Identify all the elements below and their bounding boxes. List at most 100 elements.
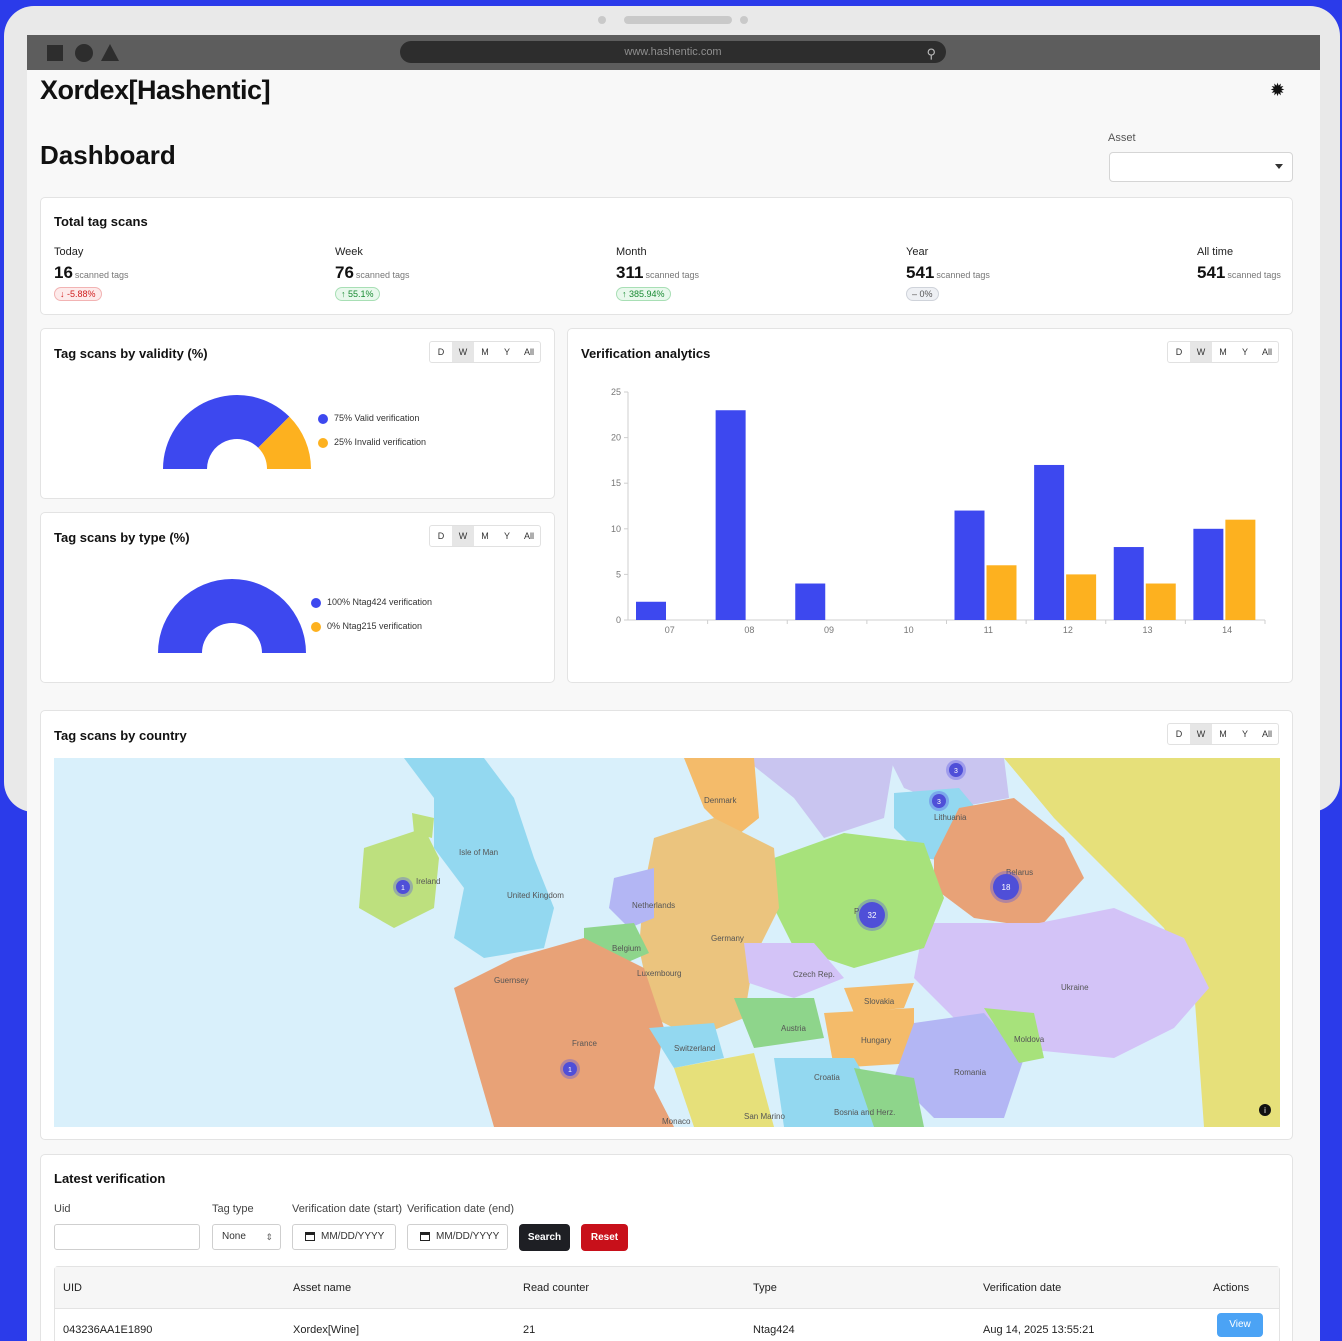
stat-unit: scanned tags xyxy=(355,270,410,280)
x-tick-label: 13 xyxy=(1143,625,1153,635)
map-country-label: Hungary xyxy=(861,1036,891,1045)
validity-gauge xyxy=(163,395,311,469)
search-button[interactable]: Search xyxy=(519,1224,570,1251)
range-day[interactable]: D xyxy=(1168,724,1190,744)
col-type[interactable]: Type xyxy=(753,1267,777,1309)
legend-ntag215: 0% Ntag215 verification xyxy=(311,621,422,632)
address-bar[interactable]: www.hashentic.com ⚲ xyxy=(400,41,946,63)
row-read-counter: 21 xyxy=(523,1324,536,1336)
latest-verification-card: Latest verification Uid Tag type None ⇕ … xyxy=(40,1154,1293,1341)
y-tick-label: 20 xyxy=(611,433,621,443)
map-country-label: Denmark xyxy=(704,796,737,805)
reset-button[interactable]: Reset xyxy=(581,1224,628,1251)
chevron-down-icon xyxy=(1275,164,1283,169)
col-verification-date[interactable]: Verification date xyxy=(983,1267,1061,1309)
cluster-count: 3 xyxy=(937,799,941,806)
asset-select[interactable] xyxy=(1109,152,1293,182)
x-tick-label: 14 xyxy=(1222,625,1232,635)
bar-series-1[interactable] xyxy=(954,510,985,620)
search-icon[interactable]: ⚲ xyxy=(926,43,936,65)
uid-input[interactable] xyxy=(54,1224,200,1250)
map-country-label: Slovakia xyxy=(864,997,895,1006)
speaker-bar xyxy=(624,16,732,24)
map-country-label: Ukraine xyxy=(1061,983,1089,992)
y-tick-label: 5 xyxy=(616,569,621,579)
stat-unit: scanned tags xyxy=(645,270,699,280)
start-date-label: Verification date (start) xyxy=(292,1203,403,1215)
bar-series-1[interactable] xyxy=(1193,528,1224,620)
x-tick-label: 12 xyxy=(1063,625,1073,635)
map-country-label: United Kingdom xyxy=(507,891,564,900)
bar-series-1[interactable] xyxy=(795,583,826,620)
url-text: www.hashentic.com xyxy=(624,46,722,58)
bar-series-1[interactable] xyxy=(1113,547,1144,620)
brand-logo[interactable]: Xordex[Hashentic] xyxy=(40,75,271,106)
stat-label: Today xyxy=(54,246,84,258)
map-country-label: Isle of Man xyxy=(459,848,498,857)
map-country-label: Bosnia and Herz. xyxy=(834,1108,895,1117)
col-read-counter[interactable]: Read counter xyxy=(523,1267,589,1309)
info-icon-glyph: i xyxy=(1264,1106,1266,1115)
y-tick-label: 0 xyxy=(616,615,621,625)
x-tick-label: 10 xyxy=(904,625,914,635)
tag-type-select[interactable]: None ⇕ xyxy=(212,1224,281,1250)
map-country-label: San Marino xyxy=(744,1112,785,1121)
map-country-label: Germany xyxy=(711,934,744,943)
trend-badge: ↑ 385.94% xyxy=(616,287,671,301)
map-country-label: Croatia xyxy=(814,1073,840,1082)
range-week[interactable]: W xyxy=(1190,724,1212,744)
bar-series-2[interactable] xyxy=(1066,574,1097,620)
card-title: Total tag scans xyxy=(54,214,148,229)
uid-label: Uid xyxy=(54,1203,71,1215)
range-all[interactable]: All xyxy=(1256,724,1278,744)
circle-icon xyxy=(75,44,93,62)
bar-series-1[interactable] xyxy=(715,410,746,620)
x-tick-label: 08 xyxy=(744,625,754,635)
trend-badge: ↑ 55.1% xyxy=(335,287,380,301)
verification-card: Verification analytics D W M Y All 0 5 10 1… xyxy=(567,328,1293,683)
trend-badge: ↓ -5.88% xyxy=(54,287,102,301)
stat-value: 541 xyxy=(906,263,935,282)
gauge-slice-ntag424[interactable] xyxy=(158,579,306,653)
europe-map[interactable]: Denmark Lithuania Isle of Man Ireland United… xyxy=(54,758,1280,1127)
table-row[interactable]: 043236AA1E1890 Xordex[Wine] 21 Ntag424 A… xyxy=(55,1309,1279,1341)
calendar-icon xyxy=(420,1231,430,1241)
bar-series-2[interactable] xyxy=(1225,519,1256,620)
col-actions: Actions xyxy=(1213,1282,1250,1294)
legend-swatch xyxy=(318,413,328,424)
stat-value: 541 xyxy=(1197,263,1226,282)
legend-swatch xyxy=(311,621,321,632)
legend-swatch xyxy=(311,597,321,608)
verification-table: UID Asset name Read counter Type Verific… xyxy=(54,1266,1280,1341)
legend-invalid: 25% Invalid verification xyxy=(318,437,426,448)
bar-series-1[interactable] xyxy=(636,601,666,620)
card-title: Tag scans by country xyxy=(54,728,187,743)
chevron-updown-icon: ⇕ xyxy=(265,1232,273,1242)
legend-label: 75% Valid verification xyxy=(334,413,420,423)
map-country-label: Switzerland xyxy=(674,1044,715,1053)
bar-series-2[interactable] xyxy=(1145,583,1176,620)
legend-ntag424: 100% Ntag424 verification xyxy=(311,597,432,608)
sun-icon[interactable]: ✹ xyxy=(1270,80,1285,101)
bar-series-1[interactable] xyxy=(1034,464,1065,620)
end-date-input[interactable]: MM/DD/YYYY xyxy=(407,1224,508,1250)
stat-label: All time xyxy=(1197,246,1234,258)
col-asset-name[interactable]: Asset name xyxy=(293,1267,351,1309)
stat-label: Month xyxy=(616,246,647,258)
map-country-label: Czech Rep. xyxy=(793,970,835,979)
range-year[interactable]: Y xyxy=(1234,724,1256,744)
range-month[interactable]: M xyxy=(1212,724,1234,744)
bar-series-2[interactable] xyxy=(986,565,1017,620)
map-canvas[interactable]: Denmark Lithuania Isle of Man Ireland United… xyxy=(54,758,1280,1127)
view-button[interactable]: View xyxy=(1217,1313,1263,1337)
row-asset-name: Xordex[Wine] xyxy=(293,1324,360,1336)
y-tick-label: 10 xyxy=(611,524,621,534)
legend-label: 100% Ntag424 verification xyxy=(327,597,433,607)
validity-card: Tag scans by validity (%) D W M Y All 75… xyxy=(40,328,555,499)
start-date-input[interactable]: MM/DD/YYYY xyxy=(292,1224,396,1250)
square-icon xyxy=(47,45,63,61)
col-uid[interactable]: UID xyxy=(63,1267,82,1309)
type-card: Tag scans by type (%) D W M Y All 100% N… xyxy=(40,512,555,683)
cluster-count: 1 xyxy=(401,885,405,892)
y-tick-label: 25 xyxy=(611,387,621,397)
